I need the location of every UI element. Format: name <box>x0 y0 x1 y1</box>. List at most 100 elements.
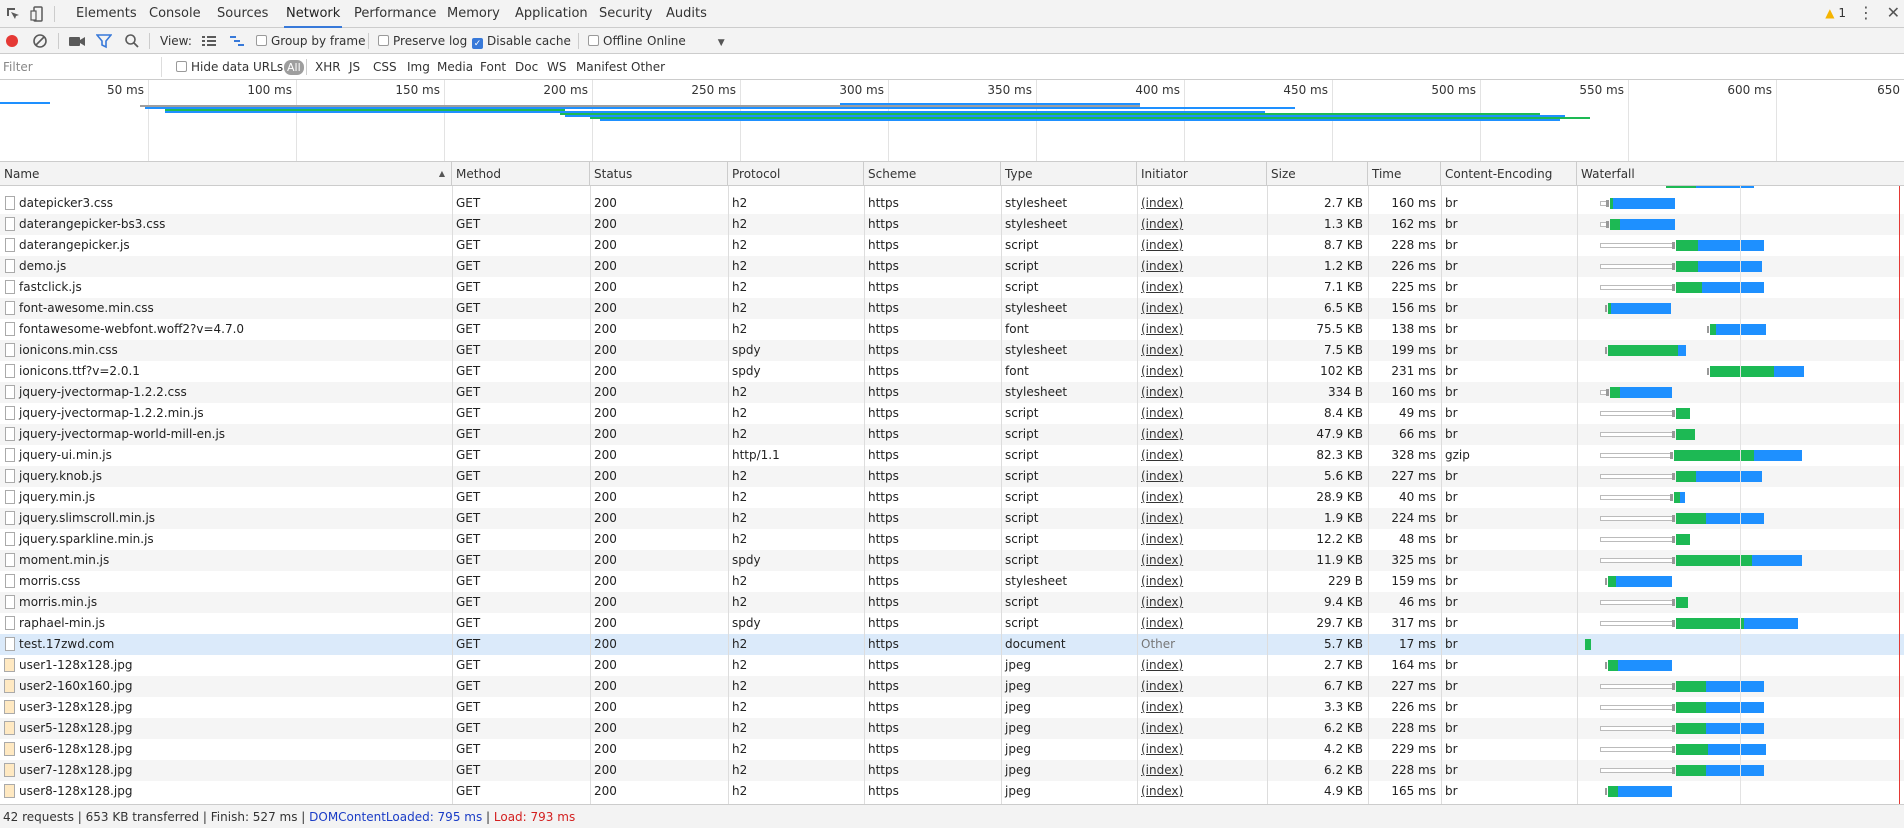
table-row[interactable]: jquery-jvectormap-1.2.2.css GET 200 h2 https… <box>0 382 1904 403</box>
request-name[interactable]: daterangepicker.js <box>0 235 452 256</box>
table-row[interactable]: demo.js GET 200 h2 https script (index) 1.2 KB 2… <box>0 256 1904 277</box>
request-initiator[interactable]: (index) <box>1137 382 1267 403</box>
filter-type-css[interactable]: CSS <box>373 54 397 80</box>
request-name[interactable]: jquery-jvectormap-1.2.2.css <box>0 382 452 403</box>
table-row[interactable]: raphael-min.js GET 200 spdy https script (inde… <box>0 613 1904 634</box>
filter-type-doc[interactable]: Doc <box>515 54 538 80</box>
request-initiator[interactable]: (index) <box>1137 319 1267 340</box>
tab-application[interactable]: Application <box>515 0 588 28</box>
request-name[interactable]: user5-128x128.jpg <box>0 718 452 739</box>
search-icon[interactable] <box>124 33 140 49</box>
request-initiator[interactable]: (index) <box>1137 676 1267 697</box>
more-options-icon[interactable]: ⋮ <box>1858 4 1874 22</box>
request-name[interactable]: user6-128x128.jpg <box>0 739 452 760</box>
tab-console[interactable]: Console <box>149 0 201 28</box>
initiator-link[interactable]: (index) <box>1141 364 1183 378</box>
request-name[interactable]: morris.css <box>0 571 452 592</box>
request-initiator[interactable]: (index) <box>1137 193 1267 214</box>
request-initiator[interactable]: (index) <box>1137 235 1267 256</box>
request-initiator[interactable]: (index) <box>1137 214 1267 235</box>
hide-data-urls-checkbox[interactable]: Hide data URLs <box>176 54 283 80</box>
table-row[interactable]: morris.min.js GET 200 h2 https script (index) 9… <box>0 592 1904 613</box>
initiator-link[interactable]: (index) <box>1141 658 1183 672</box>
overview-waterfall-icon[interactable] <box>229 33 245 49</box>
request-initiator[interactable]: (index) <box>1137 655 1267 676</box>
request-name[interactable]: jquery-jvectormap-world-mill-en.js <box>0 424 452 445</box>
request-initiator[interactable]: (index) <box>1137 256 1267 277</box>
checkbox-unchecked[interactable] <box>256 35 267 46</box>
initiator-link[interactable]: (index) <box>1141 700 1183 714</box>
request-name[interactable]: datepicker3.css <box>0 193 452 214</box>
column-header-size[interactable]: Size <box>1267 162 1368 186</box>
initiator-link[interactable]: (index) <box>1141 532 1183 546</box>
initiator-link[interactable]: (index) <box>1141 763 1183 777</box>
initiator-link[interactable]: (index) <box>1141 721 1183 735</box>
table-row[interactable]: jquery-jvectormap-world-mill-en.js GET 200… <box>0 424 1904 445</box>
request-initiator[interactable]: (index) <box>1137 550 1267 571</box>
table-row[interactable]: ionicons.min.css GET 200 spdy https styleshee… <box>0 340 1904 361</box>
filter-type-font[interactable]: Font <box>480 54 506 80</box>
initiator-link[interactable]: (index) <box>1141 301 1183 315</box>
initiator-link[interactable]: (index) <box>1141 784 1183 798</box>
request-name[interactable]: jquery.slimscroll.min.js <box>0 508 452 529</box>
filter-type-xhr[interactable]: XHR <box>315 54 341 80</box>
initiator-link[interactable]: (index) <box>1141 280 1183 294</box>
initiator-link[interactable]: (index) <box>1141 238 1183 252</box>
table-row[interactable]: jquery.knob.js GET 200 h2 https script (index)… <box>0 466 1904 487</box>
tab-performance[interactable]: Performance <box>354 0 436 28</box>
request-initiator[interactable]: (index) <box>1137 613 1267 634</box>
table-row[interactable]: user8-128x128.jpg GET 200 h2 https jpeg (index… <box>0 781 1904 802</box>
warnings-counter[interactable]: ▲ 1 <box>1825 6 1846 20</box>
initiator-link[interactable]: (index) <box>1141 322 1183 336</box>
table-row[interactable]: ionicons.ttf?v=2.0.1 GET 200 spdy https font (… <box>0 361 1904 382</box>
initiator-link[interactable]: (index) <box>1141 679 1183 693</box>
request-name[interactable]: jquery.sparkline.min.js <box>0 529 452 550</box>
table-row[interactable]: user7-128x128.jpg GET 200 h2 https jpeg (index… <box>0 760 1904 781</box>
filter-type-all[interactable]: All <box>284 60 304 75</box>
checkbox-unchecked[interactable] <box>378 35 389 46</box>
request-initiator[interactable]: (index) <box>1137 277 1267 298</box>
column-header-waterfall[interactable]: Waterfall <box>1577 162 1904 186</box>
request-name[interactable]: jquery-ui.min.js <box>0 445 452 466</box>
inspect-element-icon[interactable] <box>5 6 21 22</box>
table-row[interactable]: user3-128x128.jpg GET 200 h2 https jpeg (index… <box>0 697 1904 718</box>
initiator-link[interactable]: (index) <box>1141 553 1183 567</box>
table-row[interactable]: font-awesome.min.css GET 200 h2 https stylesh… <box>0 298 1904 319</box>
initiator-link[interactable]: (index) <box>1141 574 1183 588</box>
table-row[interactable]: user1-128x128.jpg GET 200 h2 https jpeg (index… <box>0 655 1904 676</box>
request-initiator[interactable]: (index) <box>1137 340 1267 361</box>
table-row[interactable]: jquery.min.js GET 200 h2 https script (index) 2… <box>0 487 1904 508</box>
tab-network[interactable]: Network <box>284 0 343 28</box>
column-header-protocol[interactable]: Protocol <box>728 162 864 186</box>
request-initiator[interactable]: (index) <box>1137 718 1267 739</box>
column-header-time[interactable]: Time <box>1368 162 1441 186</box>
filter-type-ws[interactable]: WS <box>547 54 566 80</box>
table-row[interactable]: daterangepicker.js GET 200 h2 https script (in… <box>0 235 1904 256</box>
initiator-link[interactable]: (index) <box>1141 427 1183 441</box>
initiator-link[interactable]: (index) <box>1141 490 1183 504</box>
request-initiator[interactable]: (index) <box>1137 403 1267 424</box>
initiator-link[interactable]: (index) <box>1141 742 1183 756</box>
request-initiator[interactable]: (index) <box>1137 781 1267 802</box>
request-name[interactable]: raphael-min.js <box>0 613 452 634</box>
column-header-status[interactable]: Status <box>590 162 728 186</box>
request-initiator[interactable]: (index) <box>1137 592 1267 613</box>
table-row[interactable]: moment.min.js GET 200 spdy https script (index… <box>0 550 1904 571</box>
initiator-link[interactable]: (index) <box>1141 343 1183 357</box>
request-name[interactable]: morris.min.js <box>0 592 452 613</box>
request-initiator[interactable]: (index) <box>1137 508 1267 529</box>
request-name[interactable]: ionicons.ttf?v=2.0.1 <box>0 361 452 382</box>
table-row[interactable]: datepicker3.css GET 200 h2 https stylesheet (i… <box>0 193 1904 214</box>
table-row[interactable]: jquery-ui.min.js GET 200 http/1.1 https scrip… <box>0 445 1904 466</box>
column-header-method[interactable]: Method <box>452 162 590 186</box>
initiator-link[interactable]: (index) <box>1141 217 1183 231</box>
request-initiator[interactable]: (index) <box>1137 298 1267 319</box>
filter-type-other[interactable]: Other <box>631 54 665 80</box>
request-name[interactable]: fastclick.js <box>0 277 452 298</box>
initiator-link[interactable]: (index) <box>1141 469 1183 483</box>
request-name[interactable]: user3-128x128.jpg <box>0 697 452 718</box>
request-initiator[interactable]: (index) <box>1137 697 1267 718</box>
request-initiator[interactable]: (index) <box>1137 445 1267 466</box>
overview-timeline[interactable]: 50 ms 100 ms 150 ms 200 ms 250 ms 300 ms 350 m… <box>0 80 1904 162</box>
initiator-link[interactable]: (index) <box>1141 259 1183 273</box>
